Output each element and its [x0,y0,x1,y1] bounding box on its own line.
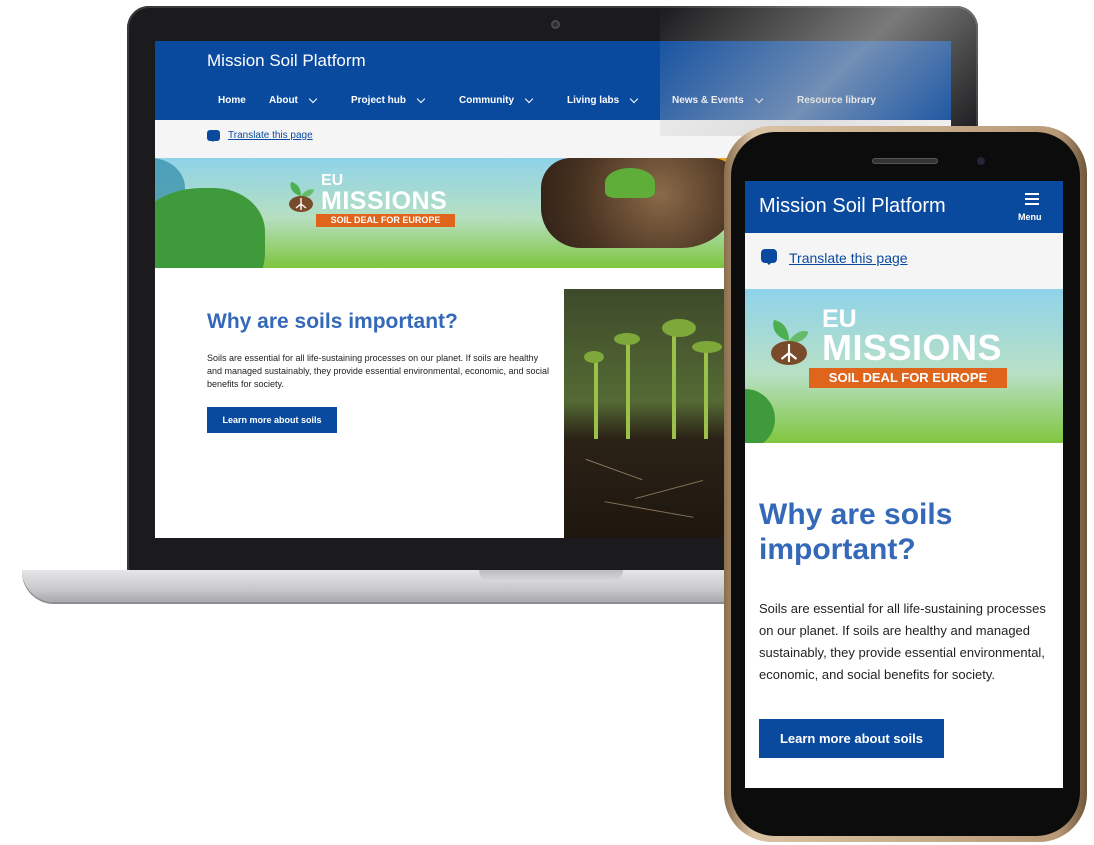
translate-speech-icon [207,130,220,142]
translate-link[interactable]: Translate this page [789,250,908,266]
menu-label[interactable]: Menu [1018,212,1042,222]
laptop-hinge-notch [479,570,623,582]
seedling-logo-icon [771,320,809,365]
translate-bar: Translate this page [745,233,1063,289]
sprout-leaf [692,341,722,353]
translate-speech-icon [761,249,777,265]
nav-label: Project hub [351,95,407,106]
banner-missions: MISSIONS [822,327,1003,368]
nav-label: Living labs [567,95,620,106]
section-heading: Why are soils important? [207,310,458,333]
nav-label: About [269,95,298,106]
eu-missions-banner: EU MISSIONS SOIL DEAL FOR EUROPE [745,289,1063,443]
laptop-base [22,570,782,602]
chevron-down-icon [629,94,639,104]
section-paragraph: Soils are essential for all life-sustain… [207,353,550,389]
site-title[interactable]: Mission Soil Platform [759,195,946,218]
chevron-down-icon [308,94,318,104]
mobile-header: Mission Soil Platform Menu [745,181,1063,233]
nav-item-community[interactable]: Community [459,94,567,106]
root-line [604,501,694,518]
nav-item-resource-library[interactable]: Resource library [797,95,876,106]
nav-label: News & Events [672,95,744,106]
seedling-logo-icon [289,182,314,212]
translate-link[interactable]: Translate this page [228,130,313,141]
sprout-leaf [584,351,604,363]
banner-soil-deal: SOIL DEAL FOR EUROPE [809,368,1007,388]
sprout-stem [626,339,630,439]
phone-speaker [872,158,938,164]
nav-item-project-hub[interactable]: Project hub [351,94,459,106]
nav-label: Resource library [797,95,876,106]
laptop-camera [551,20,560,29]
chevron-down-icon [754,94,763,104]
desktop-header: Mission Soil Platform Home About Project… [155,41,951,120]
nav-label: Community [459,95,514,106]
nav-label: Home [218,95,246,106]
nav-item-news-events[interactable]: News & Events [672,94,797,106]
banner-soil-deal: SOIL DEAL FOR EUROPE [316,214,455,227]
nav-item-about[interactable]: About [269,94,351,106]
sprout-leaf [662,319,696,337]
chevron-down-icon [524,94,534,104]
chevron-down-icon [416,94,426,104]
learn-more-button[interactable]: Learn more about soils [207,407,337,433]
banner-missions: MISSIONS [321,187,448,215]
decor-blob [745,389,775,443]
hamburger-menu-icon[interactable] [1025,193,1039,205]
section-paragraph: Soils are essential for all life-sustain… [759,601,1046,682]
nav-item-home[interactable]: Home [218,95,269,106]
root-line [585,458,643,481]
sprout-stem [594,359,598,439]
phone-camera [977,157,985,165]
sprout-leaf [614,333,640,345]
sprout-stem [704,349,708,439]
section-heading: Why are soils important? [759,498,953,566]
learn-more-button[interactable]: Learn more about soils [759,719,944,758]
main-nav: Home About Project hub Community Living … [218,94,876,106]
seedling-photo-detail [605,168,655,198]
mobile-screen: Mission Soil Platform Menu Translate thi… [745,181,1063,788]
nav-item-living-labs[interactable]: Living labs [567,94,672,106]
site-title[interactable]: Mission Soil Platform [207,51,366,71]
sprouts-photo [564,289,734,538]
sprout-stem [672,329,676,439]
decor-blob [155,188,265,268]
root-line [635,479,703,500]
